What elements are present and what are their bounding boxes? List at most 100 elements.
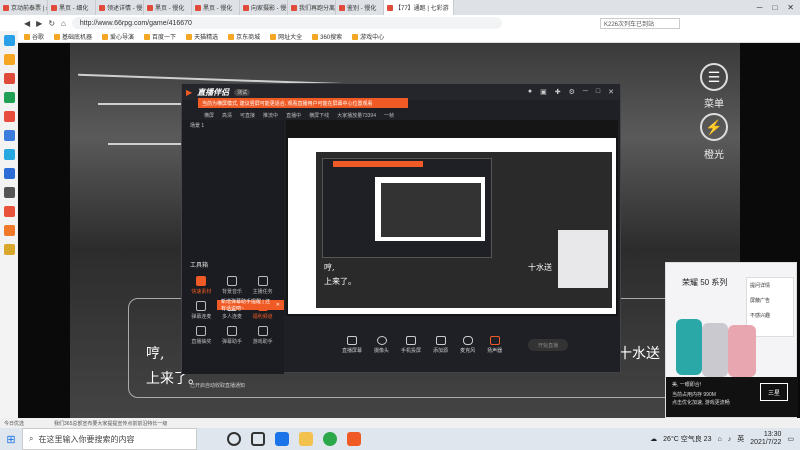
news-ticker[interactable]: 我们365总部宣布要大家提提宣传点前前沿特长一级 [54, 420, 167, 427]
browser-360-icon[interactable] [323, 432, 337, 446]
minimize-icon[interactable]: ─ [757, 3, 763, 12]
tool-icon [226, 276, 237, 286]
bookmark-item[interactable]: 游戏中心 [352, 32, 384, 41]
volume-icon[interactable]: ♪ [728, 436, 732, 443]
start-live-button[interactable]: 开始直播 [528, 339, 569, 351]
browser-tab[interactable]: 黑页 - 慢化 [144, 0, 192, 15]
phone-cast-button[interactable]: 手机投屏 [401, 336, 421, 354]
bookmark-item[interactable]: 网址大全 [270, 32, 302, 41]
notice-text: 已开启自动收取直播通知 [190, 383, 246, 389]
browser-tab[interactable]: 我们再跑分离影景 - 慢化 [288, 0, 336, 15]
weather-text[interactable]: 26°C 空气良 23 [663, 434, 711, 444]
sidebar-app-icon[interactable] [3, 225, 15, 236]
edge-icon[interactable] [275, 432, 289, 446]
microphone-button[interactable]: 麦克风 [460, 336, 475, 354]
ad-menu-item[interactable]: 屏蔽广告 [747, 293, 793, 308]
screen-capture-button[interactable]: 直播屏幕 [342, 336, 362, 354]
status-text[interactable]: 今日优选 [4, 420, 24, 427]
sidebar-app-icon[interactable] [3, 130, 15, 141]
windows-start-icon[interactable]: ⊞ [0, 428, 22, 450]
sidebar-app-icon[interactable] [3, 187, 15, 198]
bookmark-item[interactable]: 谷歌 [24, 32, 44, 41]
bookmark-item[interactable]: 百度一下 [144, 32, 176, 41]
avatar[interactable]: ● [528, 88, 532, 96]
tool-item[interactable]: 主播任务 [247, 276, 278, 295]
bookmark-item[interactable]: 爱心导演 [102, 32, 134, 41]
camera-button[interactable]: 摄像头 [374, 336, 389, 354]
app-logo-icon: ▶ [186, 87, 193, 97]
sidebar-app-icon[interactable] [3, 111, 15, 122]
bookmark-item[interactable]: 天猫精选 [186, 32, 218, 41]
live-companion-taskbar-icon[interactable] [347, 432, 361, 446]
sidebar-app-icon[interactable] [3, 73, 15, 84]
home-icon[interactable]: ⌂ [61, 19, 66, 28]
close-icon[interactable]: ✕ [787, 3, 794, 12]
notification-icon[interactable]: ▭ [787, 435, 794, 443]
sidebar-star-icon[interactable] [3, 54, 15, 65]
sidebar-app-icon[interactable] [3, 149, 15, 160]
url-field[interactable]: http://www.66rpg.com/game/416670 [71, 17, 502, 29]
tool-item[interactable]: 弹幕连麦 [186, 301, 217, 320]
tool-item[interactable]: 背景音乐 [217, 276, 248, 295]
status-item: 推流中 [263, 112, 279, 119]
clock[interactable]: 13:30 2021/7/22 [750, 431, 781, 447]
ad-logo: 三星 [760, 383, 788, 401]
bookmark-item[interactable]: 360搜索 [312, 32, 342, 41]
stream-preview[interactable]: 哼, 上来了。 十水送 [286, 120, 618, 316]
close-icon[interactable]: ✕ [608, 88, 614, 96]
bookmark-item[interactable]: 基础底机器 [54, 32, 92, 41]
scene-label[interactable]: 场景 1 [190, 122, 204, 129]
ad-text: 当前占用内存 990M [672, 392, 716, 398]
bookmark-item[interactable]: 京东商城 [228, 32, 260, 41]
browser-search-input[interactable]: K226次列车已到站 [600, 17, 680, 29]
tool-item[interactable]: 弹幕助手 [217, 326, 248, 345]
reload-icon[interactable]: ↻ [48, 19, 55, 28]
menu-icon[interactable]: ☰ [700, 63, 728, 91]
browser-tab[interactable]: 京动前泰票 | 最长高计 [0, 0, 48, 15]
add-source-button[interactable]: 添加源 [433, 336, 448, 354]
weather-icon[interactable]: ☁ [650, 435, 657, 443]
chat-icon[interactable]: ▣ [540, 88, 547, 96]
sidebar-app-icon[interactable] [3, 244, 15, 255]
tool-item[interactable]: 直播抽奖 [186, 326, 217, 345]
browser-tab[interactable]: 鉴别 - 慢化 [336, 0, 384, 15]
minimize-icon[interactable]: ─ [583, 88, 588, 96]
browser-tab[interactable]: 向家摄影 - 慢化6BRG [240, 0, 288, 15]
network-icon[interactable]: ⌂ [717, 436, 721, 443]
close-icon[interactable]: ✕ [276, 302, 280, 308]
sidebar-app-icon[interactable] [3, 92, 15, 103]
skip-icon[interactable]: ⚡ [700, 113, 728, 141]
tool-icon [196, 301, 207, 311]
app-status-strip: 横屏 高清 可直接 推流中 直播中 横屏下线 大家播放量73394 一帧 [182, 110, 622, 120]
tool-item[interactable]: 游戏助手 [247, 326, 278, 345]
forward-icon[interactable]: ▶ [36, 19, 42, 28]
maximize-icon[interactable]: □ [596, 88, 600, 96]
ad-menu-item[interactable]: 不感兴趣 [747, 308, 793, 323]
browser-tab[interactable]: 领述详情 - 慢化6BRG [96, 0, 144, 15]
window-controls: ─ □ ✕ [757, 0, 800, 15]
orientation-banner[interactable]: 当前为横屏模式, 建议竖屏可能更适合, 观看直播用户可能在屏幕中心位置观看 [198, 98, 408, 108]
cortana-icon[interactable] [227, 432, 241, 446]
tooltip-popup[interactable]: 新增弹幕助手提醒 | 还有话说吧~ ✕ [217, 299, 284, 312]
browser-tab[interactable]: 黑页 - 慢化 [192, 0, 240, 15]
settings-icon[interactable]: ⚙ [569, 88, 575, 96]
tool-item[interactable]: 快速素材 [186, 276, 217, 295]
ime-indicator[interactable]: 英 [737, 434, 744, 444]
sidebar-app-icon[interactable] [3, 35, 15, 46]
file-explorer-icon[interactable] [299, 432, 313, 446]
gift-icon[interactable]: ✚ [555, 88, 561, 96]
ad-menu-item[interactable]: 提问详情 [747, 278, 793, 293]
task-view-icon[interactable] [251, 432, 265, 446]
phone-image [676, 319, 702, 375]
speaker-button[interactable]: 扬声器 [487, 336, 502, 354]
maximize-icon[interactable]: □ [772, 3, 777, 12]
tab-favicon-icon [3, 4, 9, 11]
phone-ad-panel[interactable]: 荣耀 50 系列 提问详情 屏蔽广告 不感兴趣 美, 一眼即合! 当前占用内存 … [665, 262, 798, 418]
sidebar-app-icon[interactable] [3, 206, 15, 217]
browser-tab[interactable]: 黑页 - 细化 [48, 0, 96, 15]
browser-tab-active[interactable]: 【77】通跑 | 七彩游 [384, 0, 454, 15]
nested-banner [333, 161, 423, 167]
sidebar-app-icon[interactable] [3, 168, 15, 179]
taskbar-search-input[interactable]: ⌕ 在这里输入你要搜索的内容 [22, 428, 197, 450]
back-icon[interactable]: ◀ [24, 19, 30, 28]
